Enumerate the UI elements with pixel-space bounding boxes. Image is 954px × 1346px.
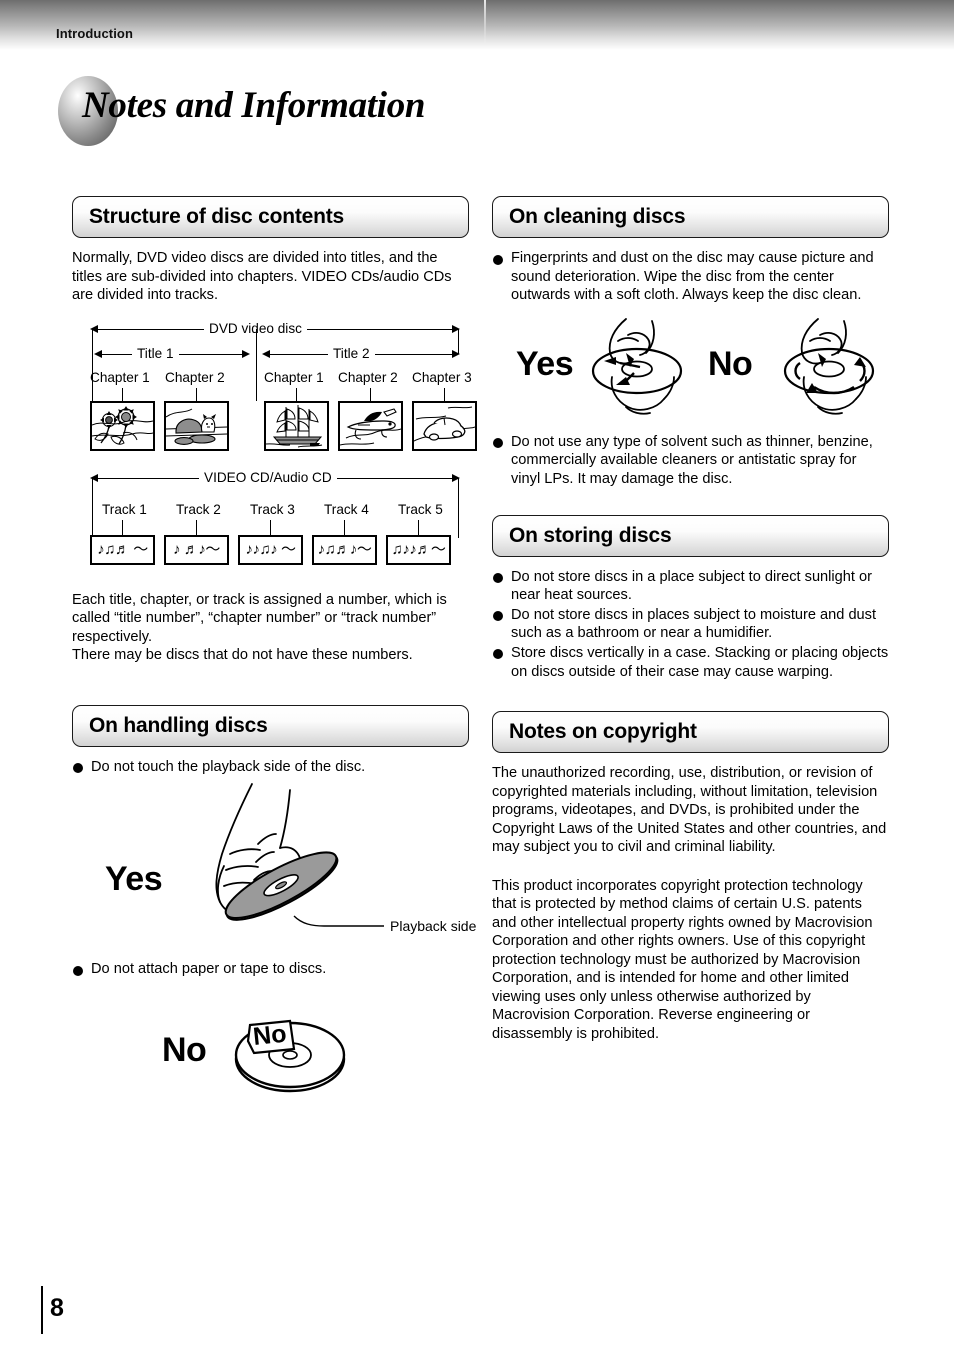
left-column: Structure of disc contents Normally, DVD… bbox=[72, 196, 477, 1103]
storing-bullet-1: Do not store discs in a place subject to… bbox=[492, 568, 889, 605]
hand-holding-disc-icon bbox=[215, 783, 384, 927]
page-header-bar bbox=[0, 0, 954, 50]
cd-structure-diagram: VIDEO CD/Audio CD Track 1 Track 2 Track … bbox=[72, 467, 469, 565]
section-heading-handling-label: On handling discs bbox=[89, 713, 268, 737]
storing-bullet-list: Do not store discs in a place subject to… bbox=[492, 568, 889, 682]
cleaning-bullet-1: Fingerprints and dust on the disc may ca… bbox=[492, 249, 889, 305]
cat-illustration-icon bbox=[166, 402, 227, 449]
structure-intro-text: Normally, DVD video discs are divided in… bbox=[72, 249, 469, 305]
track-box-4: ♪♫♬♪〜 bbox=[312, 534, 377, 565]
wipe-radially-icon bbox=[591, 317, 683, 415]
thumbnail-sunflowers bbox=[90, 400, 155, 451]
chapter-label-3: Chapter 1 bbox=[264, 369, 324, 385]
handling-bullet-list-first: Do not touch the playback side of the di… bbox=[72, 758, 469, 777]
track-label-2: Track 2 bbox=[176, 501, 221, 517]
section-heading-storing-label: On storing discs bbox=[509, 523, 672, 547]
page-title-text: Notes and Information bbox=[82, 85, 426, 126]
handling-no-illustration: No No bbox=[72, 993, 469, 1103]
chapter-tick-3 bbox=[296, 387, 298, 401]
thumbnail-airplane bbox=[338, 400, 403, 451]
track-box-2: ♪ ♬♪〜 bbox=[164, 534, 229, 565]
section-heading-structure: Structure of disc contents bbox=[72, 196, 469, 238]
right-column: On cleaning discs Fingerprints and dust … bbox=[492, 196, 889, 1056]
header-section-label: Introduction bbox=[56, 26, 134, 41]
dvd-structure-diagram: DVD video disc Title 1 Title 2 Chapter 1… bbox=[72, 318, 477, 451]
handling-bullet-1: Do not touch the playback side of the di… bbox=[72, 758, 469, 777]
chapter-tick-4 bbox=[370, 387, 372, 401]
track-label-1: Track 1 bbox=[102, 501, 147, 517]
chapter-label-5: Chapter 3 bbox=[412, 369, 472, 385]
title1-arrow-right-icon bbox=[242, 350, 250, 358]
track-tick-1 bbox=[122, 519, 124, 536]
section-heading-cleaning-label: On cleaning discs bbox=[509, 205, 686, 228]
structure-outro-paragraph-2: There may be discs that do not have thes… bbox=[72, 647, 413, 663]
structure-intro-paragraph: Normally, DVD video discs are divided in… bbox=[72, 250, 452, 303]
cd-left-edge-rule bbox=[92, 477, 94, 538]
title2-label: Title 2 bbox=[328, 345, 375, 361]
track-label-3: Track 3 bbox=[250, 501, 295, 517]
handling-bullet-2: Do not attach paper or tape to discs. bbox=[72, 960, 469, 979]
airplane-illustration-icon bbox=[340, 402, 401, 449]
dvd-title-split-rule bbox=[256, 328, 258, 401]
header-divider bbox=[484, 0, 486, 44]
section-heading-copyright: Notes on copyright bbox=[492, 711, 889, 754]
cleaning-bullet-list-second: Do not use any type of solvent such as t… bbox=[492, 433, 889, 489]
track-tick-5 bbox=[418, 519, 420, 536]
section-heading-structure-label: Structure of disc contents bbox=[89, 205, 345, 228]
thumbnail-sailing-ship bbox=[264, 400, 329, 451]
copyright-text: The unauthorized recording, use, distrib… bbox=[492, 764, 889, 1043]
cd-right-edge-rule bbox=[458, 477, 460, 538]
cleaning-bullet-list-first: Fingerprints and dust on the disc may ca… bbox=[492, 249, 889, 305]
handling-yes-illustration: Yes Playback side bbox=[72, 782, 476, 962]
handling-yes-label: Yes bbox=[105, 860, 163, 899]
page-number-rule bbox=[41, 1286, 44, 1334]
sunflowers-illustration-icon bbox=[92, 402, 153, 449]
sailing-ship-illustration-icon bbox=[266, 402, 327, 449]
track-tick-2 bbox=[196, 519, 198, 536]
copyright-paragraph-1: The unauthorized recording, use, distrib… bbox=[492, 765, 887, 856]
cleaning-yes-label: Yes bbox=[516, 344, 574, 383]
dvd-left-edge-rule bbox=[92, 328, 94, 401]
track-tick-4 bbox=[344, 519, 346, 536]
chapter-label-4: Chapter 2 bbox=[338, 369, 398, 385]
disc-with-sticker-icon: No bbox=[234, 1019, 346, 1092]
structure-outro-paragraph-1: Each title, chapter, or track is assigne… bbox=[72, 591, 447, 645]
section-heading-handling: On handling discs bbox=[72, 704, 469, 747]
track-box-1: ♪♫♬ 〜 bbox=[90, 534, 155, 565]
title1-arrow-left-icon bbox=[94, 350, 102, 358]
copyright-paragraph-2: This product incorporates copyright prot… bbox=[492, 877, 873, 1042]
cleaning-no-label: No bbox=[708, 344, 753, 383]
chapter-tick-1 bbox=[122, 387, 124, 401]
structure-outro-text: Each title, chapter, or track is assigne… bbox=[72, 591, 469, 665]
dvd-right-edge-rule bbox=[458, 328, 460, 354]
track-label-5: Track 5 bbox=[398, 501, 443, 517]
storing-bullet-3: Store discs vertically in a case. Stacki… bbox=[492, 644, 889, 681]
handling-no-label: No bbox=[162, 1030, 207, 1069]
page-number: 8 bbox=[50, 1294, 64, 1322]
cleaning-bullet-2: Do not use any type of solvent such as t… bbox=[492, 433, 889, 489]
track-box-3: ♪♪♫♪ 〜 bbox=[238, 534, 303, 565]
handling-bullet-list-second: Do not attach paper or tape to discs. bbox=[72, 960, 469, 979]
chapter-tick-5 bbox=[444, 387, 446, 401]
thumbnail-cat bbox=[164, 400, 229, 451]
section-heading-storing: On storing discs bbox=[492, 514, 889, 557]
chapter-label-2: Chapter 2 bbox=[165, 369, 225, 385]
section-heading-cleaning: On cleaning discs bbox=[492, 196, 889, 238]
track-tick-3 bbox=[270, 519, 272, 536]
title1-label: Title 1 bbox=[132, 345, 179, 361]
title2-arrow-left-icon bbox=[262, 350, 270, 358]
track-box-5: ♫♪♪♬〜 bbox=[386, 534, 451, 565]
chapter-label-1: Chapter 1 bbox=[90, 369, 150, 385]
storing-bullet-2: Do not store discs in places subject to … bbox=[492, 606, 889, 643]
playback-side-label: Playback side bbox=[390, 918, 477, 935]
svg-text:No: No bbox=[252, 1019, 288, 1050]
section-heading-copyright-label: Notes on copyright bbox=[509, 720, 697, 744]
cd-span-label: VIDEO CD/Audio CD bbox=[199, 469, 337, 485]
cleaning-yesno-illustration: Yes No bbox=[492, 313, 889, 429]
thumbnail-car bbox=[412, 400, 477, 451]
chapter-tick-2 bbox=[196, 387, 198, 401]
track-label-4: Track 4 bbox=[324, 501, 369, 517]
wipe-circularly-icon bbox=[783, 317, 875, 415]
car-illustration-icon bbox=[414, 402, 475, 449]
